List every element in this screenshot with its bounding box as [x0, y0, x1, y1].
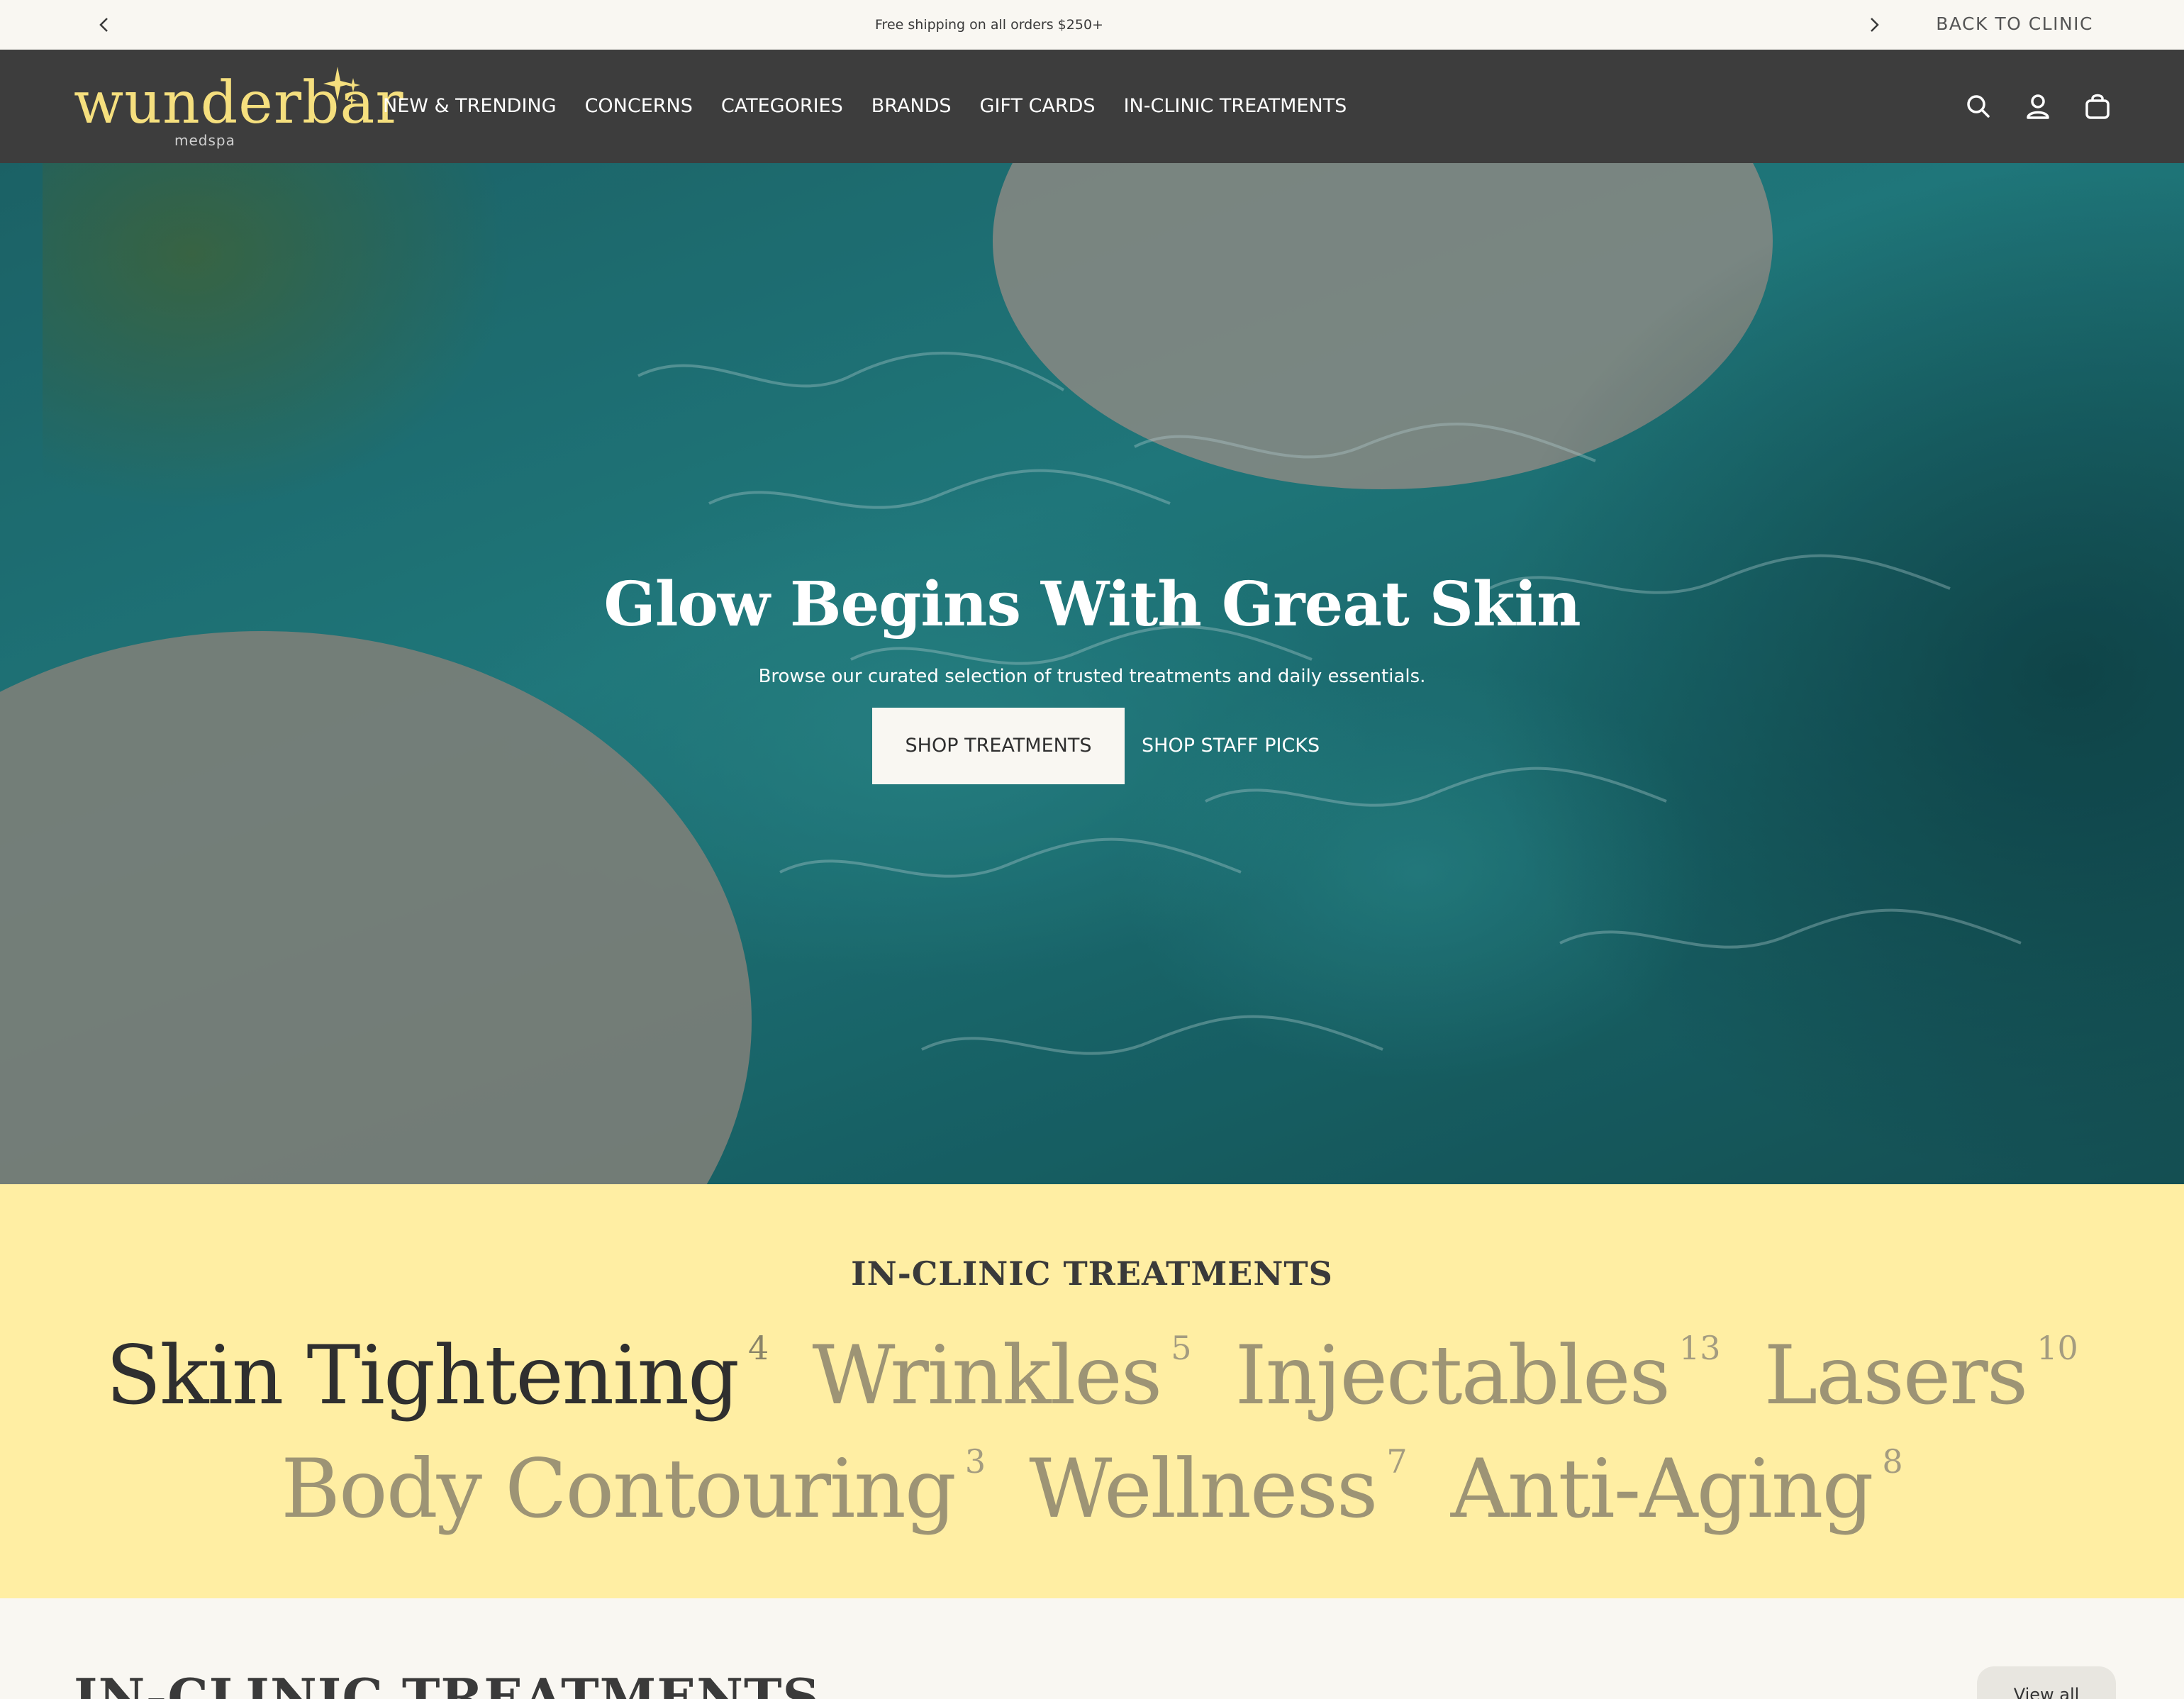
- header-actions: [1963, 91, 2113, 122]
- nav-concerns[interactable]: CONCERNS: [585, 91, 693, 122]
- category-name: Body Contouring: [281, 1442, 957, 1536]
- hero-subtitle: Browse our curated selection of trusted …: [758, 666, 1426, 687]
- category-lasers[interactable]: Lasers 10: [1764, 1319, 2078, 1432]
- category-name: Anti-Aging: [1450, 1442, 1874, 1536]
- hero-actions: SHOP TREATMENTS SHOP STAFF PICKS: [872, 708, 1320, 784]
- category-row: Body Contouring 3 Wellness 7 Anti-Aging 8: [0, 1432, 2184, 1546]
- logo[interactable]: wunderbar medspa: [74, 67, 403, 152]
- category-count: 7: [1386, 1442, 1408, 1481]
- announcement-bar: Free shipping on all orders $250+ BACK T…: [0, 0, 2184, 50]
- account-icon[interactable]: [2022, 91, 2054, 122]
- category-name: Wrinkles: [812, 1328, 1162, 1422]
- nav-categories[interactable]: CATEGORIES: [721, 91, 843, 122]
- category-count: 4: [747, 1329, 769, 1367]
- treatment-categories: Skin Tightening 4 Wrinkles 5 Injectables 13…: [0, 1319, 2184, 1546]
- category-skin-tightening[interactable]: Skin Tightening 4: [106, 1319, 769, 1432]
- hero-title: Glow Begins With Great Skin: [603, 569, 1581, 640]
- category-count: 3: [964, 1442, 986, 1481]
- hero-content: Glow Begins With Great Skin Browse our c…: [0, 566, 2184, 689]
- category-wellness[interactable]: Wellness 7: [1029, 1432, 1407, 1546]
- category-row: Skin Tightening 4 Wrinkles 5 Injectables 13…: [0, 1319, 2184, 1432]
- category-count: 13: [1678, 1329, 1721, 1367]
- logo-subtitle: medspa: [174, 132, 235, 149]
- shop-treatments-button[interactable]: SHOP TREATMENTS: [872, 708, 1125, 784]
- view-all-button[interactable]: View all: [1977, 1666, 2116, 1699]
- category-count: 8: [1882, 1442, 1903, 1481]
- nav-in-clinic-treatments[interactable]: IN-CLINIC TREATMENTS: [1124, 91, 1347, 122]
- category-wrinkles[interactable]: Wrinkles 5: [812, 1319, 1191, 1432]
- nav-brands[interactable]: BRANDS: [871, 91, 952, 122]
- category-name: Lasers: [1764, 1328, 2029, 1422]
- category-name: Wellness: [1029, 1442, 1378, 1536]
- sparkle-icon: [323, 67, 360, 106]
- category-injectables[interactable]: Injectables 13: [1235, 1319, 1721, 1432]
- search-icon[interactable]: [1963, 91, 1994, 122]
- hero-banner: Glow Begins With Great Skin Browse our c…: [0, 163, 2184, 1184]
- category-name: Skin Tightening: [106, 1328, 740, 1422]
- category-count: 10: [2037, 1329, 2078, 1367]
- shop-staff-picks-button[interactable]: SHOP STAFF PICKS: [1142, 708, 1320, 784]
- nav-new-trending[interactable]: NEW & TRENDING: [383, 91, 557, 122]
- main-nav: NEW & TRENDING CONCERNS CATEGORIES BRAND…: [383, 91, 1347, 122]
- category-count: 5: [1171, 1329, 1192, 1367]
- treatments-product-section: IN-CLINIC TREATMENTS View all: [0, 1598, 2184, 1699]
- back-to-clinic-link[interactable]: BACK TO CLINIC: [1936, 13, 2093, 35]
- chevron-right-icon[interactable]: [1863, 14, 1885, 35]
- treatments-section: IN-CLINIC TREATMENTS Skin Tightening 4 Wr…: [0, 1184, 2184, 1598]
- site-header: wunderbar medspa NEW & TRENDING CONCERNS…: [0, 50, 2184, 163]
- treatments-title: IN-CLINIC TREATMENTS: [851, 1254, 1333, 1293]
- section-title: IN-CLINIC TREATMENTS: [74, 1667, 820, 1699]
- category-body-contouring[interactable]: Body Contouring 3: [281, 1432, 986, 1546]
- announcement-message: Free shipping on all orders $250+: [875, 17, 1103, 33]
- nav-gift-cards[interactable]: GIFT CARDS: [980, 91, 1096, 122]
- cart-icon[interactable]: [2082, 91, 2113, 122]
- chevron-left-icon[interactable]: [94, 14, 115, 35]
- category-anti-aging[interactable]: Anti-Aging 8: [1451, 1432, 1903, 1546]
- category-name: Injectables: [1235, 1328, 1671, 1422]
